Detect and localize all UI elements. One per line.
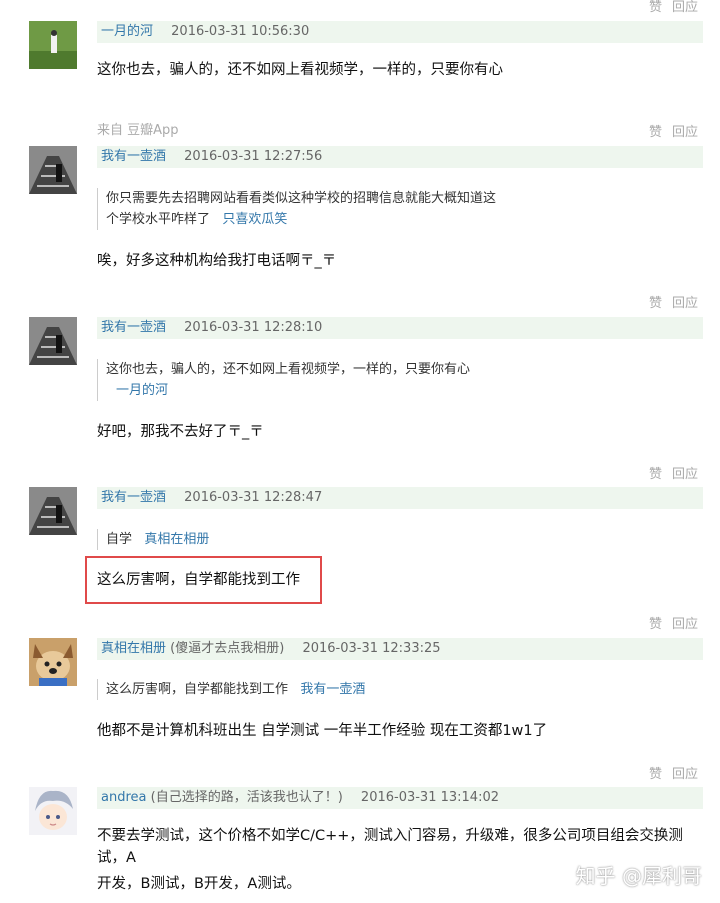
quoted-reply: 你只需要先去招聘网站看看类似这种学校的招聘信息就能大概知道这 个学校水平咋样了 … <box>97 188 496 230</box>
reply-button[interactable]: 回应 <box>672 121 698 140</box>
comment-actions: 赞回应 <box>639 613 698 632</box>
comment-time: 2016-03-31 12:28:10 <box>184 320 323 335</box>
quote-text: 这么厉害啊，自学都能找到工作 <box>106 682 289 697</box>
avatar-image <box>29 487 77 535</box>
avatar-image <box>29 21 77 69</box>
comment-content: 唉，好多这种机构给我打电话啊〒_〒 <box>97 253 337 269</box>
avatar[interactable] <box>29 317 77 365</box>
comment-time: 2016-03-31 10:56:30 <box>171 24 310 39</box>
author-signature: (自己选择的路，活该我也认了！) <box>150 790 343 805</box>
avatar[interactable] <box>29 787 77 835</box>
quote-author-link[interactable]: 一月的河 <box>116 383 168 398</box>
avatar-image <box>29 317 77 365</box>
avatar[interactable] <box>29 487 77 535</box>
comment-actions: 赞回应 <box>639 292 698 311</box>
avatar[interactable] <box>29 21 77 69</box>
quote-author-link[interactable]: 我有一壶酒 <box>300 682 365 697</box>
author-link[interactable]: 我有一壶酒 <box>101 320 166 335</box>
comment-content: 这么厉害啊，自学都能找到工作 <box>97 572 300 588</box>
comment-header: 一月的河 2016-03-31 10:56:30 <box>97 21 703 43</box>
quote-text: 自学 <box>106 532 133 547</box>
author-link[interactable]: 我有一壶酒 <box>101 149 166 164</box>
quoted-reply: 这你也去，骗人的，还不如网上看视频学，一样的，只要你有心 一月的河 <box>97 359 470 401</box>
comment-header: 真相在相册 (傻逼才去点我相册) 2016-03-31 12:33:25 <box>97 638 703 660</box>
comment-time: 2016-03-31 12:28:47 <box>184 490 323 505</box>
comment-source: 来自 豆瓣App <box>97 123 179 138</box>
quote-author-link[interactable]: 只喜欢瓜笑 <box>222 212 287 227</box>
like-button[interactable]: 赞 <box>649 463 662 482</box>
like-button[interactable]: 赞 <box>649 613 662 632</box>
comment-content: 好吧，那我不去好了〒_〒 <box>97 424 264 440</box>
quote-text: 你只需要先去招聘网站看看类似这种学校的招聘信息就能大概知道这 <box>106 191 497 206</box>
quote-text: 这你也去，骗人的，还不如网上看视频学，一样的，只要你有心 <box>106 362 471 377</box>
avatar-image <box>29 787 77 835</box>
comment-header: 我有一壶酒 2016-03-31 12:28:47 <box>97 487 703 509</box>
author-signature: (傻逼才去点我相册) <box>170 641 285 656</box>
watermark: 知乎 @犀利哥 <box>575 864 702 888</box>
reply-button[interactable]: 回应 <box>672 613 698 632</box>
like-button[interactable]: 赞 <box>649 0 662 15</box>
comment-actions: 赞回应 <box>639 0 698 15</box>
reply-button[interactable]: 回应 <box>672 292 698 311</box>
comment-time: 2016-03-31 12:33:25 <box>302 641 441 656</box>
quoted-reply: 自学 真相在相册 <box>97 529 209 550</box>
comment-time: 2016-03-31 12:27:56 <box>184 149 323 164</box>
reply-button[interactable]: 回应 <box>672 463 698 482</box>
comment-actions: 赞回应 <box>639 121 698 140</box>
quote-text: 个学校水平咋样了 <box>106 212 211 227</box>
comment-content: 这你也去，骗人的，还不如网上看视频学，一样的，只要你有心 <box>97 62 503 78</box>
reply-button[interactable]: 回应 <box>672 763 698 782</box>
like-button[interactable]: 赞 <box>649 292 662 311</box>
comment-content: 他都不是计算机科班出生 自学测试 一年半工作经验 现在工资都1w1了 <box>97 723 548 739</box>
like-button[interactable]: 赞 <box>649 763 662 782</box>
avatar-image <box>29 638 77 686</box>
author-link[interactable]: 一月的河 <box>101 24 153 39</box>
quoted-reply: 这么厉害啊，自学都能找到工作 我有一壶酒 <box>97 679 365 700</box>
author-link[interactable]: 真相在相册 <box>101 641 166 656</box>
avatar[interactable] <box>29 638 77 686</box>
reply-button[interactable]: 回应 <box>672 0 698 15</box>
comment-header: andrea (自己选择的路，活该我也认了！) 2016-03-31 13:14… <box>97 787 703 809</box>
like-button[interactable]: 赞 <box>649 121 662 140</box>
avatar[interactable] <box>29 146 77 194</box>
comment-actions: 赞回应 <box>639 463 698 482</box>
comment-actions: 赞回应 <box>639 763 698 782</box>
author-link[interactable]: andrea <box>101 790 146 805</box>
author-link[interactable]: 我有一壶酒 <box>101 490 166 505</box>
comment-time: 2016-03-31 13:14:02 <box>360 790 499 805</box>
quote-author-link[interactable]: 真相在相册 <box>144 532 209 547</box>
comment-header: 我有一壶酒 2016-03-31 12:28:10 <box>97 317 703 339</box>
comment-header: 我有一壶酒 2016-03-31 12:27:56 <box>97 146 703 168</box>
avatar-image <box>29 146 77 194</box>
